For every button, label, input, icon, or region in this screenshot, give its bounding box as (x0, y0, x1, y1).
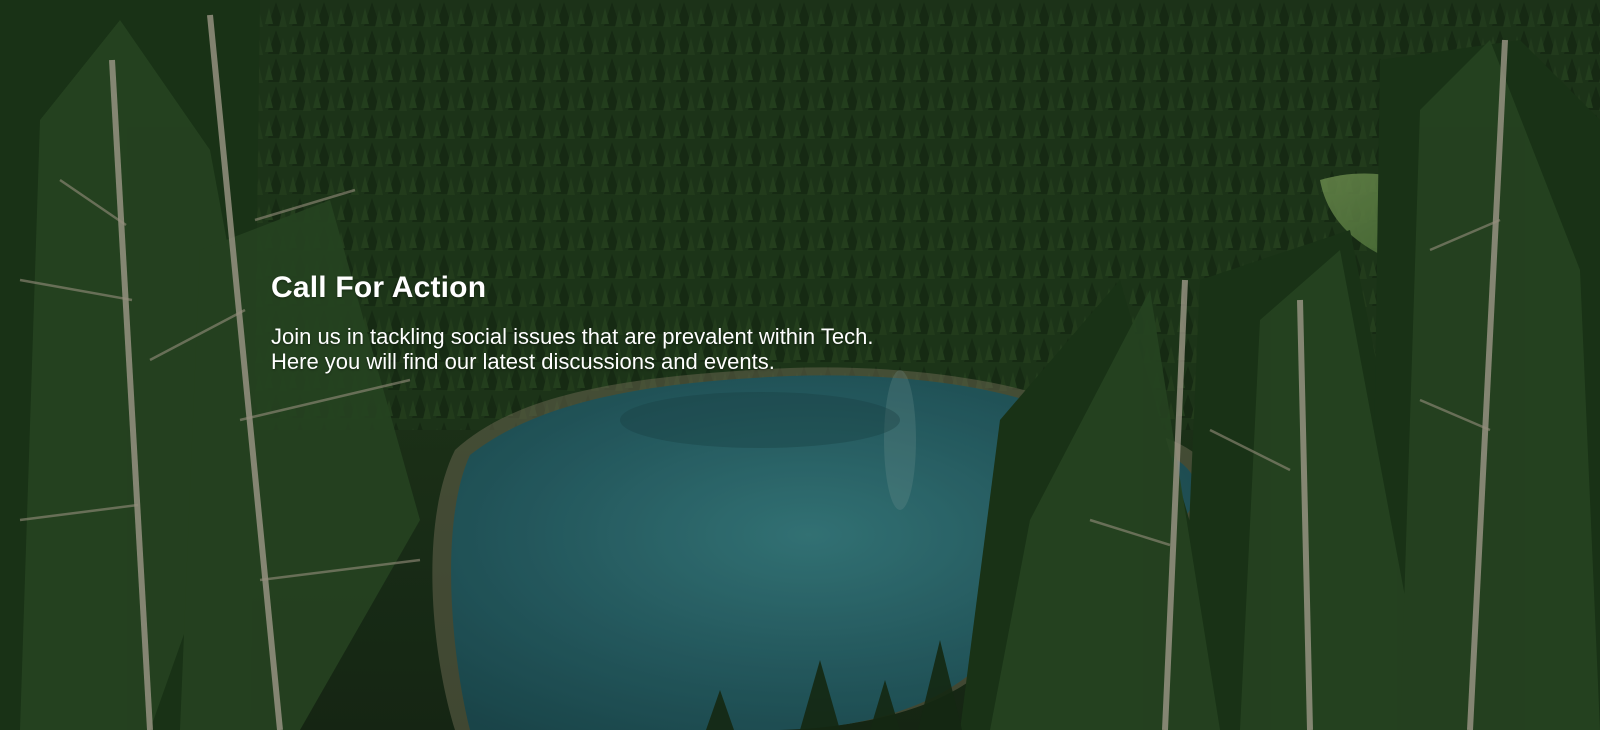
hero-section: Call For Action Join us in tackling soci… (0, 0, 1600, 730)
hero-description-line-1: Join us in tackling social issues that a… (271, 324, 874, 349)
hero-content: Call For Action Join us in tackling soci… (271, 270, 1031, 374)
hero-description-line-2: Here you will find our latest discussion… (271, 349, 775, 374)
hero-title: Call For Action (271, 271, 487, 304)
hero-description: Join us in tackling social issues that a… (271, 324, 1031, 374)
